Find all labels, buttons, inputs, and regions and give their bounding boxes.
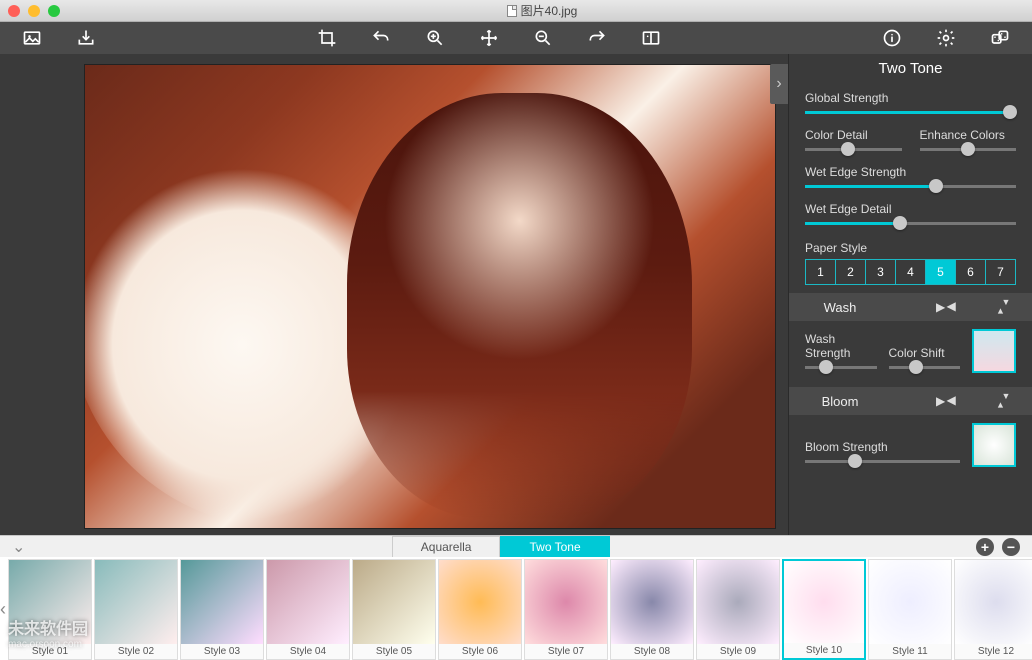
preset-label: Style 03 — [181, 644, 263, 659]
preset-label: Style 04 — [267, 644, 349, 659]
paper-style-5[interactable]: 5 — [926, 259, 956, 285]
panel-title: Two Tone — [789, 54, 1032, 87]
preset-label: Style 09 — [697, 644, 779, 659]
paper-style-group: 1234567 — [789, 259, 1032, 285]
window-title-text: 图片40.jpg — [521, 2, 578, 19]
bloom-section-header[interactable]: Bloom ▶▶ ▼▼ — [789, 387, 1032, 415]
param-global-strength: Global Strength — [789, 87, 1032, 124]
canvas-area: › — [0, 54, 788, 535]
preset-label: Style 06 — [439, 644, 521, 659]
param-enhance-colors: Enhance Colors — [920, 128, 1017, 155]
flip-vertical-icon[interactable]: ▼▼ — [996, 393, 1016, 409]
randomize-button[interactable] — [988, 26, 1012, 50]
param-wet-edge-detail: Wet Edge Detail — [789, 198, 1032, 235]
preset-label: Style 08 — [611, 644, 693, 659]
slider-global-strength[interactable] — [805, 111, 1016, 114]
crop-button[interactable] — [315, 26, 339, 50]
paper-style-3[interactable]: 3 — [866, 259, 896, 285]
sidebar-collapse-button[interactable]: › — [770, 64, 788, 104]
chevron-down-icon[interactable]: ⌄ — [12, 537, 25, 557]
slider-bloom-strength[interactable] — [805, 460, 960, 463]
preset-style-10[interactable]: Style 10 — [782, 559, 866, 660]
save-button[interactable] — [74, 26, 98, 50]
compare-button[interactable] — [639, 26, 663, 50]
open-image-button[interactable] — [20, 26, 44, 50]
preset-style-09[interactable]: Style 09 — [696, 559, 780, 660]
preset-label: Style 05 — [353, 644, 435, 659]
paper-style-2[interactable]: 2 — [836, 259, 866, 285]
slider-wet-edge-detail[interactable] — [805, 222, 1016, 225]
slider-color-shift[interactable] — [889, 366, 961, 369]
bloom-controls: Bloom Strength — [789, 419, 1032, 473]
window-controls — [8, 5, 60, 17]
preset-style-11[interactable]: Style 11 — [868, 559, 952, 660]
zoom-in-button[interactable] — [423, 26, 447, 50]
wash-controls: Wash Strength Color Shift — [789, 325, 1032, 379]
preset-label: Style 02 — [95, 644, 177, 659]
preset-label: Style 07 — [525, 644, 607, 659]
close-button[interactable] — [8, 5, 20, 17]
sidebar-panel: Two Tone Global Strength Color Detail En… — [788, 54, 1032, 535]
preset-style-05[interactable]: Style 05 — [352, 559, 436, 660]
preset-tab-bar: ⌄ Aquarella Two Tone + − — [0, 535, 1032, 557]
tab-aquarella[interactable]: Aquarella — [392, 536, 501, 558]
zoom-out-button[interactable] — [531, 26, 555, 50]
preset-style-01[interactable]: Style 01 — [8, 559, 92, 660]
preset-label: Style 11 — [869, 644, 951, 659]
preset-label: Style 10 — [784, 643, 864, 658]
param-bloom-strength: Bloom Strength — [805, 440, 960, 467]
preset-style-02[interactable]: Style 02 — [94, 559, 178, 660]
paper-style-4[interactable]: 4 — [896, 259, 926, 285]
preset-style-07[interactable]: Style 07 — [524, 559, 608, 660]
minimize-button[interactable] — [28, 5, 40, 17]
document-icon — [507, 5, 517, 17]
add-preset-button[interactable]: + — [976, 538, 994, 556]
info-button[interactable] — [880, 26, 904, 50]
param-wet-edge-strength: Wet Edge Strength — [789, 161, 1032, 198]
param-color-detail: Color Detail — [805, 128, 902, 155]
flip-vertical-icon[interactable]: ▼▼ — [996, 299, 1016, 315]
preset-style-04[interactable]: Style 04 — [266, 559, 350, 660]
flip-horizontal-icon[interactable]: ▶▶ — [936, 299, 956, 315]
tab-two-tone[interactable]: Two Tone — [500, 536, 609, 558]
slider-enhance-colors[interactable] — [920, 148, 1017, 151]
pan-button[interactable] — [477, 26, 501, 50]
image-canvas[interactable] — [84, 64, 776, 529]
slider-color-detail[interactable] — [805, 148, 902, 151]
window-title: 图片40.jpg — [60, 2, 1024, 19]
slider-wet-edge-strength[interactable] — [805, 185, 1016, 188]
paper-style-label: Paper Style — [789, 235, 1032, 259]
main-area: › Two Tone Global Strength Color Detail … — [0, 54, 1032, 535]
param-wash-strength: Wash Strength — [805, 332, 877, 373]
preset-style-12[interactable]: Style 12 — [954, 559, 1032, 660]
slider-wash-strength[interactable] — [805, 366, 877, 369]
preset-thumbnail-strip: ‹ Style 01 Style 02 Style 03 Style 04 Style … — [0, 557, 1032, 660]
remove-preset-button[interactable]: − — [1002, 538, 1020, 556]
titlebar: 图片40.jpg — [0, 0, 1032, 22]
paper-style-7[interactable]: 7 — [986, 259, 1016, 285]
param-color-shift: Color Shift — [889, 346, 961, 373]
wash-swatch[interactable] — [972, 329, 1016, 373]
wash-section-header[interactable]: Wash ▶▶ ▼▼ — [789, 293, 1032, 321]
flip-horizontal-icon[interactable]: ▶▶ — [936, 393, 956, 409]
scroll-left-button[interactable]: ‹ — [0, 559, 6, 660]
preset-style-06[interactable]: Style 06 — [438, 559, 522, 660]
maximize-button[interactable] — [48, 5, 60, 17]
preset-label: Style 12 — [955, 644, 1032, 659]
undo-button[interactable] — [369, 26, 393, 50]
bloom-swatch[interactable] — [972, 423, 1016, 467]
preset-style-08[interactable]: Style 08 — [610, 559, 694, 660]
toolbar — [0, 22, 1032, 54]
redo-button[interactable] — [585, 26, 609, 50]
preset-label: Style 01 — [9, 644, 91, 659]
settings-button[interactable] — [934, 26, 958, 50]
paper-style-6[interactable]: 6 — [956, 259, 986, 285]
preset-style-03[interactable]: Style 03 — [180, 559, 264, 660]
paper-style-1[interactable]: 1 — [805, 259, 836, 285]
